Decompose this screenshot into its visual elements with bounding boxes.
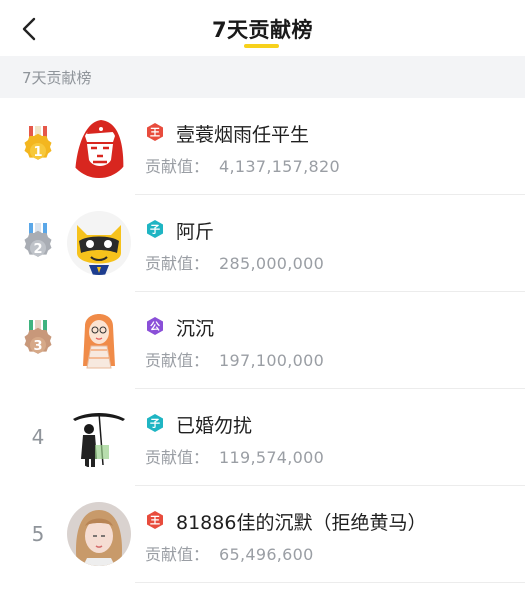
svg-text:王: 王 xyxy=(150,515,160,527)
contribution-label: 贡献值： xyxy=(145,157,210,176)
level-badge-icon: 子 xyxy=(145,219,165,239)
avatar[interactable] xyxy=(67,114,131,178)
contribution-value: 119,574,000 xyxy=(219,448,325,467)
svg-text:2: 2 xyxy=(33,242,42,257)
ranking-row-4[interactable]: 4 子 已婚勿扰 贡献值： 119,574,000 xyxy=(0,389,525,486)
contribution-value: 197,100,000 xyxy=(219,351,325,370)
level-badge-icon: 子 xyxy=(145,413,165,433)
contribution: 贡献值： 119,574,000 xyxy=(145,444,324,468)
contribution: 贡献值： 285,000,000 xyxy=(145,250,324,274)
page-title: 7天贡献榜 xyxy=(211,18,314,42)
contribution-value: 4,137,157,820 xyxy=(219,157,340,176)
section-label: 7天贡献榜 xyxy=(22,69,92,87)
ranking-row-3[interactable]: 3 公 沉沉 贡献值： 197,100,000 xyxy=(0,292,525,389)
contribution-value: 65,496,600 xyxy=(219,545,314,564)
silver-medal-icon: 2 xyxy=(22,223,54,263)
bronze-medal-icon: 3 xyxy=(22,320,54,360)
username[interactable]: 81886佳的沉默（拒绝黄马） xyxy=(176,508,426,535)
title-underline xyxy=(244,44,279,48)
avatar[interactable] xyxy=(67,308,131,372)
contribution-label: 贡献值： xyxy=(145,351,210,370)
rank-number: 4 xyxy=(31,425,45,449)
gold-medal-icon: 1 xyxy=(22,126,54,166)
level-badge-icon: 王 xyxy=(145,122,165,142)
rank-number: 5 xyxy=(31,522,45,546)
svg-text:1: 1 xyxy=(33,145,42,160)
divider xyxy=(135,582,525,583)
contribution-label: 贡献值： xyxy=(145,254,210,273)
section-header: 7天贡献榜 xyxy=(0,56,525,98)
avatar[interactable] xyxy=(67,211,131,275)
svg-text:3: 3 xyxy=(33,339,42,354)
contribution-label: 贡献值： xyxy=(145,545,210,564)
username[interactable]: 阿斤 xyxy=(176,217,214,244)
username[interactable]: 沉沉 xyxy=(176,314,214,341)
contribution-value: 285,000,000 xyxy=(219,254,325,273)
svg-text:王: 王 xyxy=(150,127,160,139)
avatar[interactable] xyxy=(67,405,131,469)
svg-text:子: 子 xyxy=(150,418,160,430)
username[interactable]: 壹蓑烟雨任平生 xyxy=(176,120,309,147)
contribution-label: 贡献值： xyxy=(145,448,210,467)
svg-text:公: 公 xyxy=(150,321,160,333)
ranking-row-5[interactable]: 5 王 81886佳的沉默（拒绝黄马） 贡献值： 65,496,600 xyxy=(0,486,525,583)
ranking-row-1[interactable]: 1 王 壹蓑烟雨任平生 贡献值： 4,137,157,820 xyxy=(0,98,525,195)
ranking-row-2[interactable]: 2 子 阿斤 贡献值： 285,000,000 xyxy=(0,195,525,292)
nav-bar: 7天贡献榜 xyxy=(0,0,525,56)
contribution: 贡献值： 4,137,157,820 xyxy=(145,153,340,177)
contribution: 贡献值： 197,100,000 xyxy=(145,347,324,371)
username[interactable]: 已婚勿扰 xyxy=(176,411,252,438)
level-badge-icon: 公 xyxy=(145,316,165,336)
avatar[interactable] xyxy=(67,502,131,566)
contribution: 贡献值： 65,496,600 xyxy=(145,541,314,565)
level-badge-icon: 王 xyxy=(145,510,165,530)
svg-text:子: 子 xyxy=(150,224,160,236)
